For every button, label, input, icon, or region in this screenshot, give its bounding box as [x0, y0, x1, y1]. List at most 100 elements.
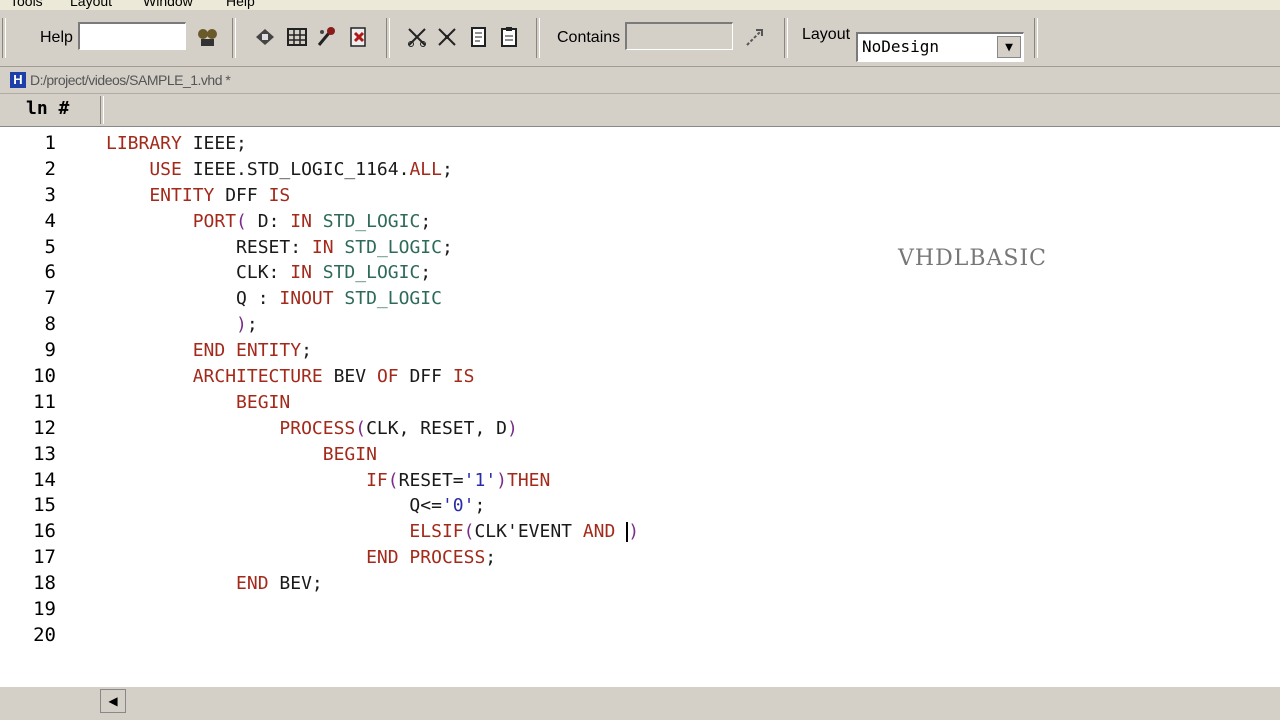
code-token: STD_LOGIC — [333, 236, 442, 258]
code-line[interactable]: IF(RESET='1')THEN — [106, 468, 639, 494]
code-token: DFF — [214, 184, 269, 206]
code-token: ( — [236, 210, 247, 232]
line-number: 13 — [33, 442, 56, 465]
code-token: INOUT — [279, 288, 334, 310]
code-token: END ENTITY — [106, 340, 302, 362]
document-path: D:/project/videos/SAMPLE_1.vhd * — [30, 72, 231, 88]
code-token: ; — [485, 547, 497, 569]
compile-icon[interactable] — [252, 24, 278, 50]
scroll-left-button[interactable]: ◀ — [100, 689, 126, 713]
code-line[interactable]: Q<='0'; — [106, 493, 639, 519]
contains-label: Contains — [557, 29, 621, 46]
code-line[interactable]: USE IEEE.STD_LOGIC_1164.ALL; — [106, 157, 639, 183]
code-token: END — [106, 573, 269, 595]
line-number: 1 — [44, 132, 56, 154]
code-token: ARCHITECTURE — [106, 366, 323, 388]
help-search-icon[interactable] — [194, 24, 220, 50]
horizontal-scrollbar[interactable]: ◀ — [0, 687, 1280, 720]
code-token: D: — [246, 210, 291, 232]
code-line[interactable]: END ENTITY; — [106, 338, 639, 364]
code-token: IS — [268, 184, 291, 206]
code-line[interactable]: RESET: IN STD_LOGIC; — [106, 235, 639, 261]
code-line[interactable]: ARCHITECTURE BEV OF DFF IS — [106, 364, 639, 390]
menu-window[interactable]: Window — [143, 0, 193, 9]
code-token: Q<= — [106, 495, 442, 517]
code-token: PROCESS — [106, 417, 356, 439]
cut-icon[interactable] — [404, 24, 430, 50]
code-token: PORT — [106, 210, 237, 232]
paste-icon[interactable] — [496, 24, 522, 50]
code-token: ( — [355, 417, 367, 439]
code-line[interactable]: LIBRARY IEEE; — [106, 131, 639, 157]
delete-file-icon[interactable] — [346, 24, 372, 50]
code-token: LIBRARY — [106, 133, 182, 154]
code-token: '1' — [463, 469, 497, 491]
line-number: 2 — [44, 157, 56, 180]
code-line[interactable]: END BEV; — [106, 571, 639, 597]
line-number: 18 — [33, 572, 56, 595]
code-token: RESET: — [106, 236, 312, 258]
code-line[interactable]: PORT( D: IN STD_LOGIC; — [106, 209, 639, 235]
menu-tools[interactable]: Tools — [10, 0, 43, 9]
toolbar-separator — [2, 18, 6, 58]
editor-ruler: ln # — [0, 94, 1280, 127]
code-line[interactable] — [106, 597, 639, 623]
code-line[interactable]: CLK: IN STD_LOGIC; — [106, 260, 639, 286]
code-token: IS — [452, 366, 475, 388]
code-area[interactable]: LIBRARY IEEE; USE IEEE.STD_LOGIC_1164.AL… — [106, 131, 639, 649]
line-number: 7 — [44, 287, 56, 310]
code-token: OF — [376, 366, 399, 388]
line-number: 12 — [33, 416, 56, 439]
code-line[interactable]: ); — [106, 312, 639, 338]
code-line[interactable]: BEGIN — [106, 390, 639, 416]
code-line[interactable]: BEGIN — [106, 442, 639, 468]
line-number: 20 — [33, 623, 56, 646]
code-line[interactable]: PROCESS(CLK, RESET, D) — [106, 416, 639, 442]
grid-icon[interactable] — [284, 24, 310, 50]
contains-input[interactable] — [625, 22, 733, 50]
line-number: 19 — [33, 598, 56, 621]
cut-alt-icon[interactable] — [434, 24, 460, 50]
line-number: 4 — [44, 209, 56, 232]
menu-layout[interactable]: Layout — [70, 0, 112, 9]
code-token: RESET= — [398, 469, 464, 491]
line-number: 8 — [44, 313, 56, 336]
code-line[interactable]: ELSIF(CLK'EVENT AND ) — [106, 519, 639, 545]
ruler-separator — [100, 96, 104, 124]
copy-icon[interactable] — [466, 24, 492, 50]
line-number-gutter: 1 2 3 4 5 6 7 8 9 10 11 12 13 14 15 16 17 18 19 20 — [18, 131, 56, 649]
code-line[interactable]: ENTITY DFF IS — [106, 183, 639, 209]
line-number: 14 — [33, 468, 56, 491]
document-tab[interactable]: H D:/project/videos/SAMPLE_1.vhd * — [6, 69, 236, 91]
code-token: ; — [441, 158, 453, 180]
code-line[interactable]: Q : INOUT STD_LOGIC — [106, 286, 639, 312]
document-tab-bar: H D:/project/videos/SAMPLE_1.vhd * — [0, 67, 1280, 94]
code-editor[interactable]: 1 2 3 4 5 6 7 8 9 10 11 12 13 14 15 16 17 18 19 20 LIBRARY … — [0, 127, 1280, 687]
menu-help[interactable]: Help — [226, 0, 255, 9]
layout-select[interactable]: NoDesign ▼ — [856, 32, 1024, 62]
line-number: 5 — [44, 235, 56, 258]
line-number: 17 — [33, 546, 56, 569]
code-token: IF — [106, 469, 388, 491]
line-number: 10 — [33, 365, 56, 388]
chevron-down-icon[interactable]: ▼ — [997, 36, 1021, 58]
line-number: 9 — [44, 339, 56, 362]
code-token: CLK, RESET, D — [366, 417, 507, 439]
code-token: Q : — [106, 288, 280, 310]
line-number: 3 — [44, 183, 56, 206]
code-token: IN — [290, 262, 312, 284]
code-line[interactable] — [106, 623, 639, 649]
toolbar-separator — [1034, 18, 1038, 58]
code-token: ; — [420, 210, 432, 232]
watermark: VHDLBASIC — [898, 246, 1047, 271]
code-token: ) — [506, 417, 518, 439]
code-token: CLK: — [106, 262, 291, 284]
line-number: 6 — [44, 261, 56, 284]
find-arrow-icon[interactable] — [742, 24, 768, 50]
wizard-icon[interactable] — [314, 24, 340, 50]
help-search-input[interactable] — [78, 22, 186, 50]
code-token: END PROCESS — [106, 547, 486, 569]
code-line[interactable]: END PROCESS; — [106, 545, 639, 571]
code-token: STD_LOGIC — [333, 288, 442, 310]
